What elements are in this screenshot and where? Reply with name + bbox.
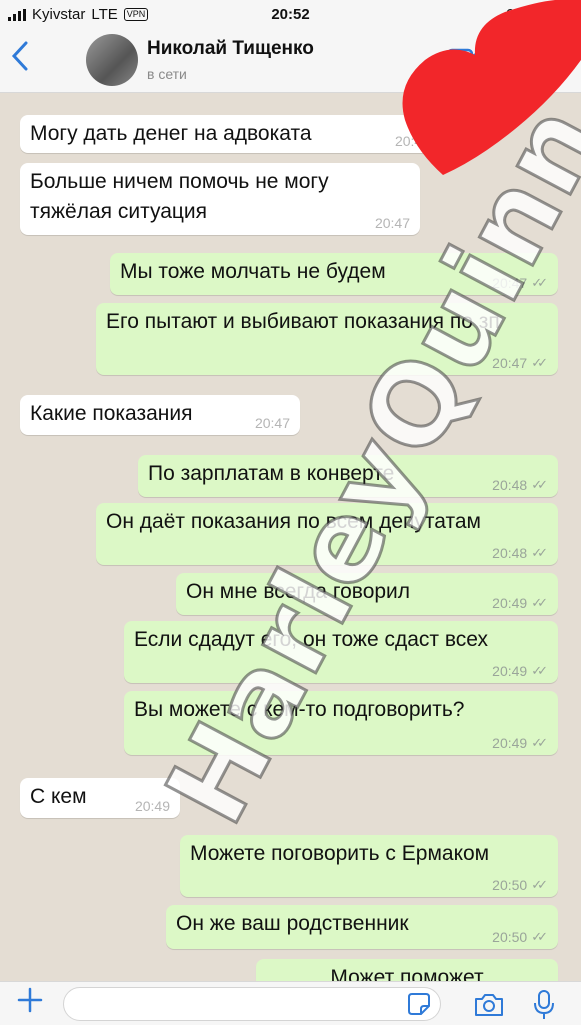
message-outgoing[interactable]: Может поможет xyxy=(256,959,558,981)
message-meta: 20:49 ✓✓ xyxy=(492,735,548,751)
sticker-icon[interactable] xyxy=(407,992,431,1016)
read-ticks-icon: ✓✓ xyxy=(531,545,548,560)
read-ticks-icon: ✓✓ xyxy=(531,929,548,944)
read-ticks-icon: ✓✓ xyxy=(531,735,548,750)
chevron-left-icon xyxy=(11,41,28,71)
message-text: Могу дать денег на адвоката xyxy=(30,122,312,145)
avatar[interactable] xyxy=(86,34,138,86)
message-meta: 20:48 ✓✓ xyxy=(492,477,548,493)
message-text: С кем xyxy=(30,785,87,808)
message-text: Может поможет xyxy=(330,966,484,981)
read-ticks-icon: ✓✓ xyxy=(531,877,548,892)
contact-status: в сети xyxy=(147,66,187,82)
message-meta: 20:49 ✓✓ xyxy=(492,595,548,611)
back-button[interactable] xyxy=(10,40,30,81)
read-ticks-icon: ✓✓ xyxy=(531,663,548,678)
message-meta: 20:49 ✓✓ xyxy=(492,663,548,679)
message-meta: 20:50 ✓✓ xyxy=(492,929,548,945)
message-input[interactable] xyxy=(63,987,441,1021)
message-time: 20:47 xyxy=(254,415,290,431)
contact-name[interactable]: Николай Тищенко xyxy=(147,38,314,60)
attach-button[interactable] xyxy=(16,983,44,1023)
message-time: 20:47 xyxy=(374,215,410,231)
message-meta: 20:50 ✓✓ xyxy=(492,877,548,893)
message-text: Мы тоже молчать не будем xyxy=(120,260,386,283)
message-incoming[interactable]: Больше ничем помочь не могу тяжёлая ситу… xyxy=(20,163,420,235)
read-ticks-icon: ✓✓ xyxy=(531,595,548,610)
message-outgoing[interactable]: Он же ваш родственник 20:50 ✓✓ xyxy=(166,905,558,949)
message-incoming[interactable]: Какие показания 20:47 xyxy=(20,395,300,435)
message-text: Какие показания xyxy=(30,402,193,425)
message-incoming[interactable]: Могу дать денег на адвоката 20:46 xyxy=(20,115,440,153)
composer-bar xyxy=(0,981,581,1025)
message-outgoing[interactable]: Можете поговорить с Ермаком 20:50 ✓✓ xyxy=(180,835,558,897)
message-time: 20:49 xyxy=(134,798,170,814)
microphone-icon[interactable] xyxy=(533,989,555,1021)
message-text: Можете поговорить с Ермаком xyxy=(190,842,490,865)
message-meta: 20:48 ✓✓ xyxy=(492,545,548,561)
message-text: Больше ничем помочь не могу тяжёлая ситу… xyxy=(30,170,329,223)
plus-icon xyxy=(17,987,43,1013)
read-ticks-icon: ✓✓ xyxy=(531,355,548,370)
message-text: Он же ваш родственник xyxy=(176,912,409,935)
camera-icon[interactable] xyxy=(473,992,505,1018)
read-ticks-icon: ✓✓ xyxy=(531,477,548,492)
